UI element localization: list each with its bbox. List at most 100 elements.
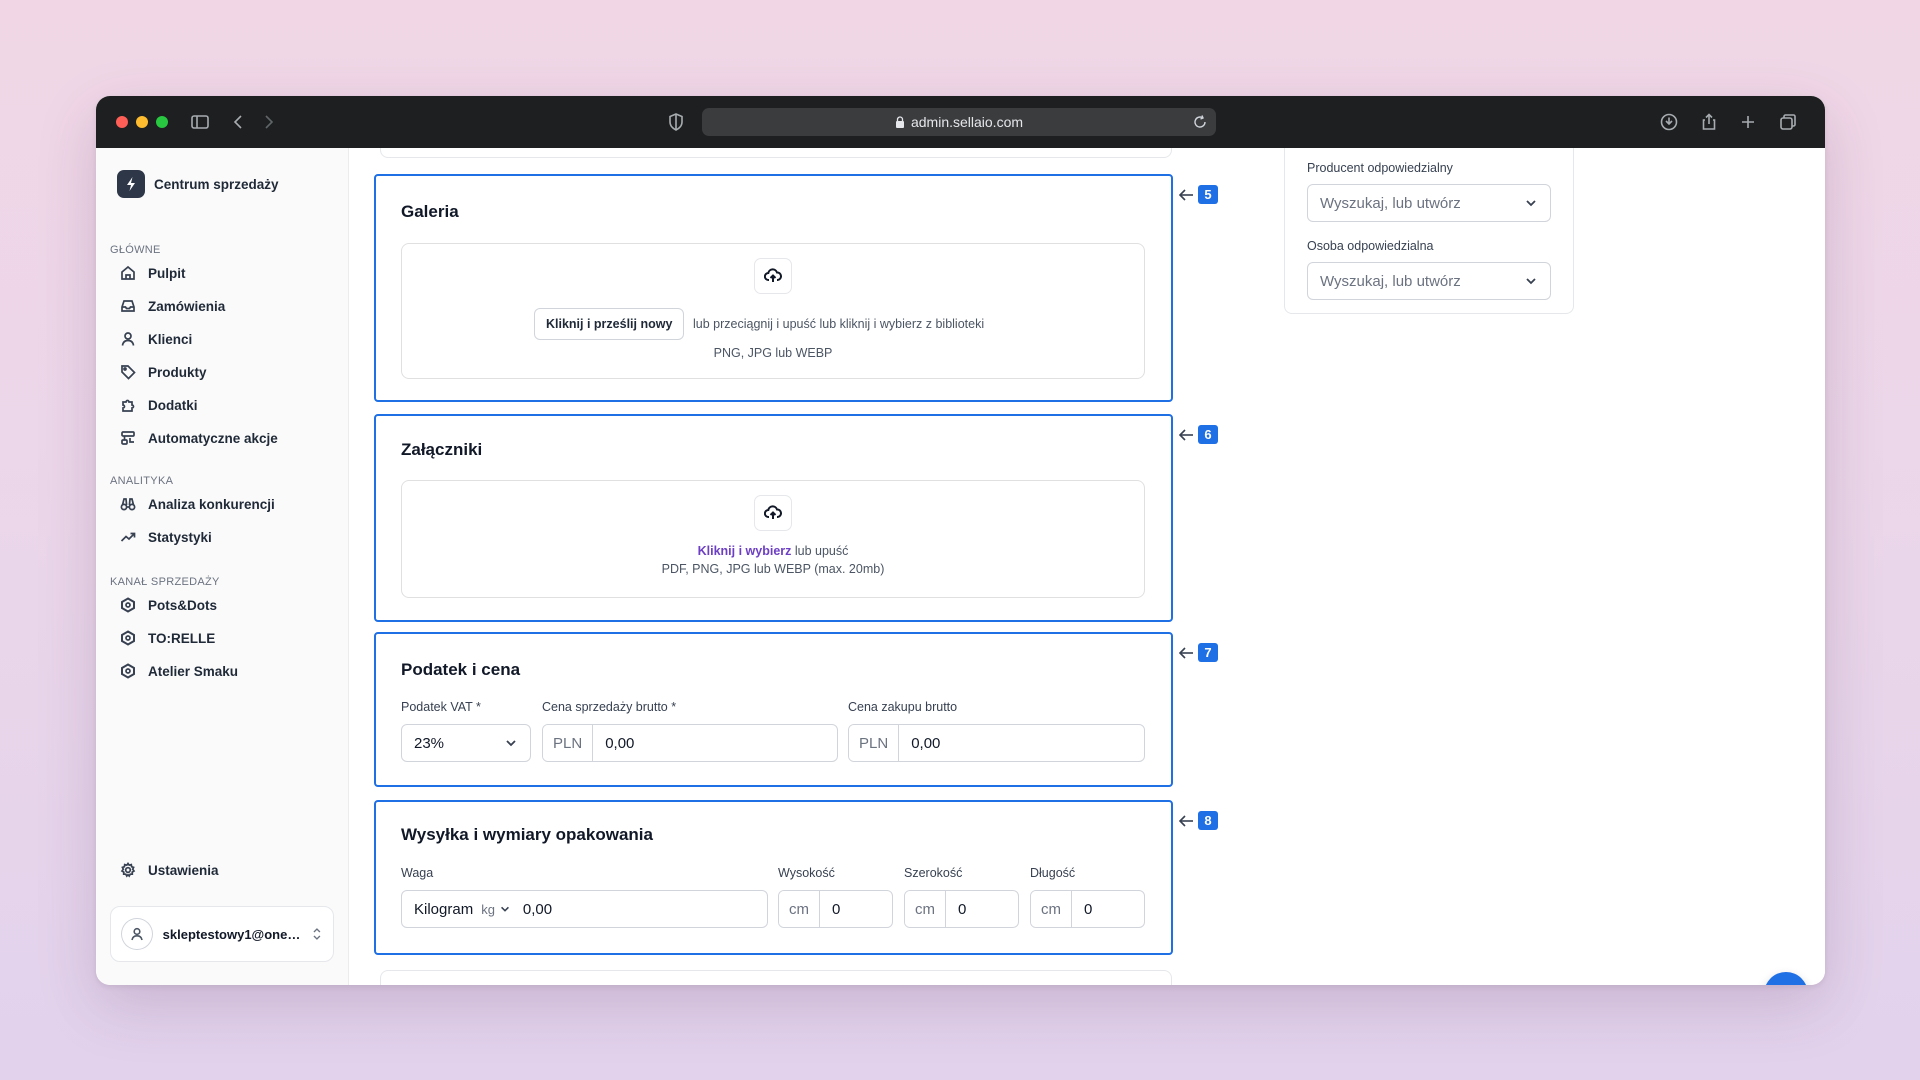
privacy-shield-icon[interactable]	[664, 110, 688, 134]
attachments-hint: lub upuść	[794, 544, 849, 558]
address-bar[interactable]: admin.sellaio.com	[702, 108, 1216, 136]
attachments-dropzone[interactable]: Kliknij i wybierz lub upuść PDF, PNG, JP…	[401, 480, 1145, 598]
vat-value: 23%	[414, 734, 445, 752]
gear-icon	[120, 862, 136, 878]
chevron-down-icon	[500, 906, 509, 912]
forward-icon[interactable]	[256, 110, 280, 134]
sidebar-item-automatyczne-akcje[interactable]: Automatyczne akcje	[120, 426, 278, 450]
sidebar-item-label: TO:RELLE	[148, 630, 216, 646]
back-icon[interactable]	[227, 110, 251, 134]
sidebar-item-torelle[interactable]: TO:RELLE	[120, 626, 215, 650]
annotation-6: 6	[1178, 425, 1218, 444]
annotation-badge: 5	[1198, 185, 1218, 204]
tab-overview-icon[interactable]	[1776, 110, 1800, 134]
user-icon	[131, 927, 143, 941]
length-input[interactable]: cm 0	[1030, 890, 1145, 928]
sidebar-item-statystyki[interactable]: Statystyki	[120, 525, 212, 549]
arrow-left-icon	[1178, 646, 1193, 659]
user-icon	[121, 332, 135, 346]
sidebar-item-zamowienia[interactable]: Zamówienia	[120, 294, 225, 318]
user-menu[interactable]: skleptestowy1@onet...	[110, 906, 334, 962]
sidebar-item-analiza-konkurencji[interactable]: Analiza konkurencji	[120, 492, 275, 516]
puzzle-icon	[122, 399, 135, 412]
browser-window: admin.sellaio.com Centrum sprzedaży GŁÓW…	[96, 96, 1825, 985]
close-window-button[interactable]	[116, 116, 128, 128]
zoom-window-button[interactable]	[156, 116, 168, 128]
width-label: Szerokość	[904, 866, 963, 880]
share-icon[interactable]	[1697, 110, 1721, 134]
sidebar-item-atelier-smaku[interactable]: Atelier Smaku	[120, 659, 238, 683]
sidebar-item-label: Produkty	[148, 364, 207, 380]
annotation-badge: 8	[1198, 811, 1218, 830]
purchase-price-value: 0,00	[911, 734, 941, 752]
inbox-icon	[121, 300, 135, 312]
length-value: 0	[1084, 900, 1093, 918]
weight-unit-short: kg	[481, 901, 495, 917]
sidebar-item-dodatki[interactable]: Dodatki	[120, 393, 198, 417]
nav-section-title: GŁÓWNE	[110, 244, 161, 256]
cloud-upload-icon	[754, 258, 792, 294]
sidebar-item-label: Dodatki	[148, 397, 198, 413]
height-input[interactable]: cm 0	[778, 890, 893, 928]
brand[interactable]: Centrum sprzedaży	[117, 170, 279, 198]
purchase-price-input[interactable]: PLN 0,00	[848, 724, 1145, 762]
user-email: skleptestowy1@onet...	[162, 926, 302, 942]
sidebar-item-label: Automatyczne akcje	[148, 430, 278, 446]
sidebar-toggle-icon[interactable]	[188, 110, 212, 134]
weight-label: Waga	[401, 866, 434, 880]
sale-currency: PLN	[543, 725, 594, 761]
weight-unit-select[interactable]: Kilogram	[414, 901, 473, 918]
person-select[interactable]: Wyszukaj, lub utwórz	[1307, 262, 1551, 300]
previous-card	[380, 148, 1172, 158]
binoculars-icon	[120, 498, 136, 511]
home-icon	[121, 265, 135, 280]
producer-label: Producent odpowiedzialny	[1307, 161, 1453, 175]
purchase-price-label: Cena zakupu brutto	[848, 700, 958, 714]
avatar	[121, 918, 153, 950]
vat-select[interactable]: 23%	[401, 724, 531, 762]
sale-price-input[interactable]: PLN 0,00	[542, 724, 838, 762]
width-input[interactable]: cm 0	[904, 890, 1019, 928]
sidebar-item-label: Ustawienia	[148, 862, 219, 878]
main-content: Producent odpowiedzialny Wyszukaj, lub u…	[350, 148, 1825, 985]
sidebar-item-produkty[interactable]: Produkty	[120, 360, 207, 384]
downloads-icon[interactable]	[1657, 110, 1681, 134]
weight-input[interactable]: Kilogram kg 0,00	[401, 890, 768, 928]
arrow-left-icon	[1178, 814, 1193, 827]
person-label: Osoba odpowiedzialna	[1307, 239, 1434, 253]
weight-value: 0,00	[522, 900, 553, 918]
producer-select[interactable]: Wyszukaj, lub utwórz	[1307, 184, 1551, 222]
annotation-badge: 6	[1198, 425, 1218, 444]
height-value: 0	[832, 900, 841, 918]
reload-icon[interactable]	[1192, 114, 1208, 130]
hexagon-channel-icon	[121, 630, 135, 646]
width-unit: cm	[905, 891, 946, 927]
sidebar-item-label: Pulpit	[148, 265, 186, 281]
sale-price-value: 0,00	[605, 734, 635, 752]
sidebar: Centrum sprzedaży GŁÓWNE Pulpit Zamówien…	[96, 148, 349, 985]
attachments-hint-line: Kliknij i wybierz lub upuść	[402, 544, 1144, 558]
sidebar-item-label: Klienci	[148, 331, 193, 347]
sidebar-item-pulpit[interactable]: Pulpit	[120, 261, 186, 285]
trending-up-icon	[120, 532, 136, 542]
new-tab-icon[interactable]	[1736, 110, 1760, 134]
sidebar-item-label: Analiza konkurencji	[148, 496, 275, 512]
minimize-window-button[interactable]	[136, 116, 148, 128]
sidebar-item-klienci[interactable]: Klienci	[120, 327, 192, 351]
nav-section-title: ANALITYKA	[110, 475, 174, 487]
gallery-formats: PNG, JPG lub WEBP	[713, 346, 833, 360]
sidebar-item-label: Zamówienia	[148, 298, 226, 314]
attachments-formats: PDF, PNG, JPG lub WEBP (max. 20mb)	[661, 562, 885, 576]
choose-file-link[interactable]: Kliknij i wybierz	[698, 544, 792, 558]
sidebar-item-label: Statystyki	[148, 529, 212, 545]
length-label: Długość	[1030, 866, 1076, 880]
gallery-dropzone[interactable]: Kliknij i prześlij nowy lub przeciągnij …	[401, 243, 1145, 379]
upload-new-button[interactable]: Kliknij i prześlij nowy	[534, 308, 685, 340]
sidebar-item-pots-dots[interactable]: Pots&Dots	[120, 593, 217, 617]
hexagon-channel-icon	[121, 663, 135, 679]
height-unit: cm	[779, 891, 820, 927]
sidebar-item-label: Pots&Dots	[148, 597, 218, 613]
sidebar-item-ustawienia[interactable]: Ustawienia	[120, 858, 219, 882]
gallery-hint: lub przeciągnij i upuść lub kliknij i wy…	[693, 317, 985, 331]
shipping-title: Wysyłka i wymiary opakowania	[401, 825, 653, 844]
